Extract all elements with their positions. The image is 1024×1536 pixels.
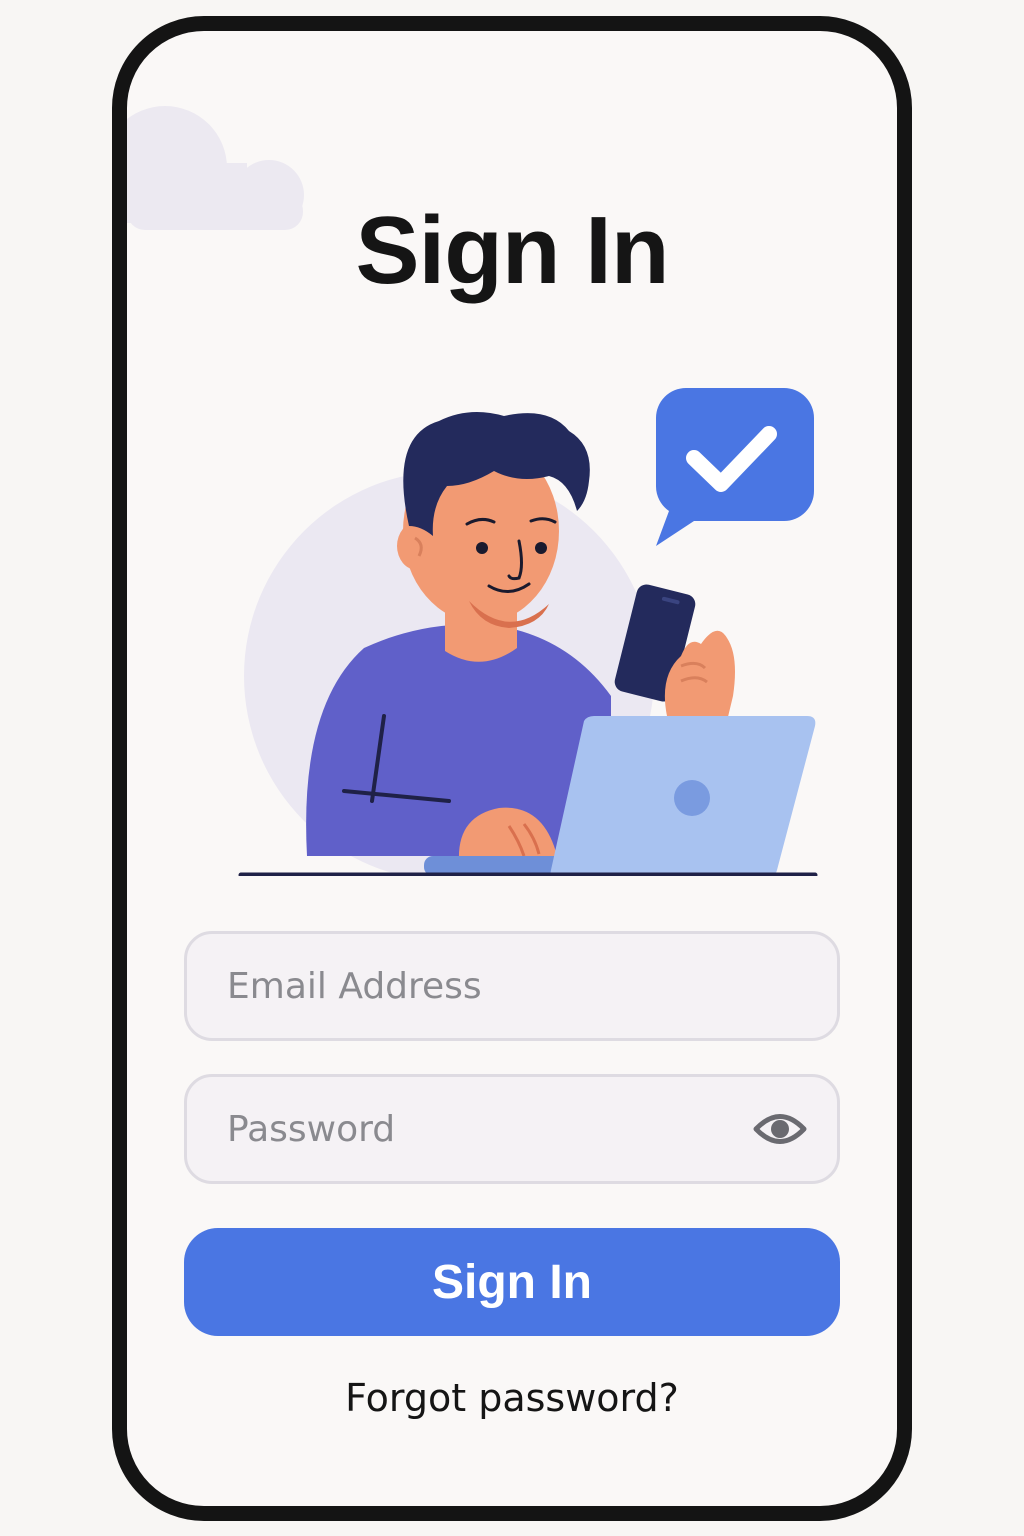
email-input[interactable] (227, 934, 747, 1038)
email-field[interactable] (184, 931, 840, 1041)
forgot-password-link[interactable]: Forgot password? (127, 1376, 897, 1420)
eye-icon[interactable] (753, 1108, 807, 1150)
sign-in-button[interactable]: Sign In (184, 1228, 840, 1336)
checkmark-chat-bubble-icon (655, 388, 814, 546)
laptop-icon (550, 716, 816, 876)
page-title: Sign In (355, 197, 670, 304)
password-input[interactable] (227, 1077, 747, 1181)
password-field[interactable] (184, 1074, 840, 1184)
illustration-person-phone-laptop (238, 388, 818, 876)
phone-frame: Sign In Email Address Sign In Forgot pas… (112, 16, 912, 1521)
